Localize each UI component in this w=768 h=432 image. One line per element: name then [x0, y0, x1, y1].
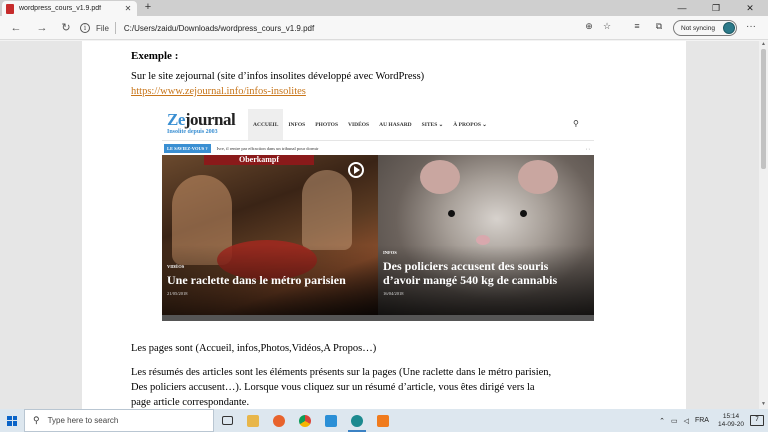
new-tab-button[interactable]: + — [142, 0, 154, 15]
intro-line: Sur le site zejournal (site d’infos inso… — [131, 71, 425, 82]
summary-paragraph-line-3: page article correspondante. — [131, 397, 250, 408]
article-card-policiers: INFOS Des policiers accusent des souris … — [378, 155, 594, 315]
more-menu-icon[interactable]: ··· — [744, 21, 758, 32]
play-icon — [348, 162, 364, 178]
edge-icon[interactable] — [344, 409, 370, 432]
site-screenshot: Zejournal Insolite depuis 2003 ACCUEIL I… — [162, 109, 594, 321]
tab-bar: wordpress_cours_v1.9.pdf ✕ + — ❐ ✕ — [0, 0, 768, 16]
address-separator — [114, 22, 116, 34]
address-bar[interactable]: i File C:/Users/zaidu/Downloads/wordpres… — [80, 19, 620, 37]
sync-button[interactable]: Not syncing — [673, 20, 737, 36]
photo-rat-ear-left — [420, 160, 460, 194]
card-category: INFOS — [383, 250, 397, 255]
back-button[interactable]: ← — [8, 20, 24, 36]
xampp-icon[interactable] — [370, 409, 396, 432]
address-toolbar: ← → ↻ i File C:/Users/zaidu/Downloads/wo… — [0, 16, 768, 40]
tab-title: wordpress_cours_v1.9.pdf — [19, 5, 102, 12]
url-text[interactable]: C:/Users/zaidu/Downloads/wordpress_cours… — [124, 24, 314, 33]
site-header: Zejournal Insolite depuis 2003 ACCUEIL I… — [162, 109, 594, 141]
card-category: VIDÉOS — [167, 264, 185, 269]
pdf-icon — [6, 3, 14, 14]
scrollbar-thumb[interactable] — [761, 49, 766, 169]
language-indicator[interactable]: FRA — [695, 417, 709, 424]
tab-close-icon[interactable]: ✕ — [123, 4, 133, 13]
scroll-up-arrow[interactable]: ▲ — [759, 41, 768, 47]
photo-person-right — [302, 170, 352, 250]
scroll-down-arrow[interactable]: ▼ — [759, 401, 768, 407]
app-icon[interactable] — [318, 409, 344, 432]
photo-rat-eye-right — [520, 210, 527, 217]
nav-sites: SITES ⌄ — [421, 121, 444, 128]
maximize-button[interactable]: ❐ — [700, 0, 732, 16]
more-articles-strip — [162, 315, 594, 321]
clock-date: 14-09-20 — [717, 420, 744, 428]
network-icon[interactable]: ▭ — [671, 417, 678, 425]
windows-logo-icon — [7, 415, 17, 426]
forward-button[interactable]: → — [34, 20, 50, 36]
card-headline: Des policiers accusent des souris d’avoi… — [383, 259, 558, 287]
pages-list-paragraph: Les pages sont (Accueil, infos,Photos,Vi… — [131, 343, 377, 354]
logo-ze: Ze — [167, 110, 185, 129]
news-ticker: LE SAVIEZ-VOUS ? Ivre, il rentre par eff… — [162, 142, 594, 154]
file-label: File — [96, 23, 109, 33]
article-card-raclette: Oberkampf VIDÉOS Une raclette dans le mé… — [162, 155, 378, 315]
favorite-star-icon[interactable]: ☆ — [600, 21, 614, 32]
nav-a-propos: À PROPOS ⌄ — [453, 121, 487, 128]
close-window-button[interactable]: ✕ — [734, 0, 766, 16]
pdf-viewer: Exemple : Sur le site zejournal (site d’… — [0, 41, 768, 409]
file-explorer-icon[interactable] — [240, 409, 266, 432]
vertical-scrollbar[interactable]: ▲ ▼ — [759, 41, 768, 409]
section-heading: Exemple : — [131, 50, 179, 62]
tray-chevron-icon[interactable]: ⌃ — [659, 417, 665, 425]
site-nav: ACCUEIL INFOS PHOTOS VIDÉOS AU HASARD SI… — [248, 109, 492, 140]
taskbar: ⚲ Type here to search ⌃ ▭ ◁ FRA 15:14 14… — [0, 409, 768, 432]
card-date: 21/05/2018 — [167, 291, 188, 296]
card-date: 16/04/2018 — [383, 291, 404, 296]
site-search-icon: ⚲ — [573, 119, 579, 128]
nav-videos: VIDÉOS — [348, 121, 370, 128]
logo-journal: journal — [184, 110, 236, 129]
clock-time: 15:14 — [722, 412, 740, 420]
nav-photos: PHOTOS — [315, 121, 339, 128]
photo-rat-ear-right — [518, 160, 558, 194]
search-placeholder: Type here to search — [47, 416, 119, 425]
chrome-icon[interactable] — [292, 409, 318, 432]
summary-paragraph-line-2: Des policiers accusent…). Lorsque vous c… — [131, 382, 535, 393]
nav-infos: INFOS — [288, 121, 306, 128]
ticker-controls: ‹ › — [585, 145, 590, 151]
search-icon: ⚲ — [33, 415, 40, 425]
system-tray: ⌃ ▭ ◁ FRA 15:14 14-09-20 7 — [656, 409, 768, 432]
pdf-page: Exemple : Sur le site zejournal (site d’… — [82, 41, 686, 409]
clock[interactable]: 15:14 14-09-20 — [718, 413, 744, 429]
notifications-icon[interactable]: 7 — [750, 415, 764, 426]
ticker-badge: LE SAVIEZ-VOUS ? — [164, 143, 211, 153]
card-headline: Une raclette dans le métro parisien — [167, 273, 346, 287]
refresh-button[interactable]: ↻ — [58, 20, 74, 36]
photo-rat-nose — [476, 235, 490, 245]
zoom-icon[interactable]: ⊕ — [582, 21, 596, 32]
start-button[interactable] — [0, 409, 24, 432]
nav-accueil: ACCUEIL — [248, 109, 284, 140]
site-logo: Zejournal Insolite depuis 2003 — [167, 110, 236, 136]
metro-sign: Oberkampf — [204, 155, 314, 165]
summary-paragraph-line-1: Les résumés des articles sont les élémen… — [131, 367, 552, 378]
sync-label: Not syncing — [681, 24, 715, 32]
nav-au-hasard: AU HASARD — [379, 121, 412, 128]
profile-avatar — [723, 22, 735, 34]
collections-icon[interactable]: ⧉ — [652, 21, 666, 32]
info-icon[interactable]: i — [80, 23, 90, 33]
logo-tagline: Insolite depuis 2003 — [167, 129, 218, 135]
favorites-list-icon[interactable]: ≡ — [630, 21, 644, 31]
zejournal-link[interactable]: https://www.zejournal.info/infos-insolit… — [131, 86, 306, 97]
minimize-button[interactable]: — — [666, 0, 698, 16]
taskbar-search[interactable]: ⚲ Type here to search — [24, 409, 214, 432]
tab-pdf[interactable]: wordpress_cours_v1.9.pdf ✕ — [2, 1, 137, 16]
ticker-text: Ivre, il rentre par effraction dans un t… — [216, 145, 319, 151]
firefox-icon[interactable] — [266, 409, 292, 432]
photo-rat-eye-left — [448, 210, 455, 217]
volume-icon[interactable]: ◁ — [684, 417, 689, 425]
task-view-icon[interactable] — [214, 409, 240, 432]
